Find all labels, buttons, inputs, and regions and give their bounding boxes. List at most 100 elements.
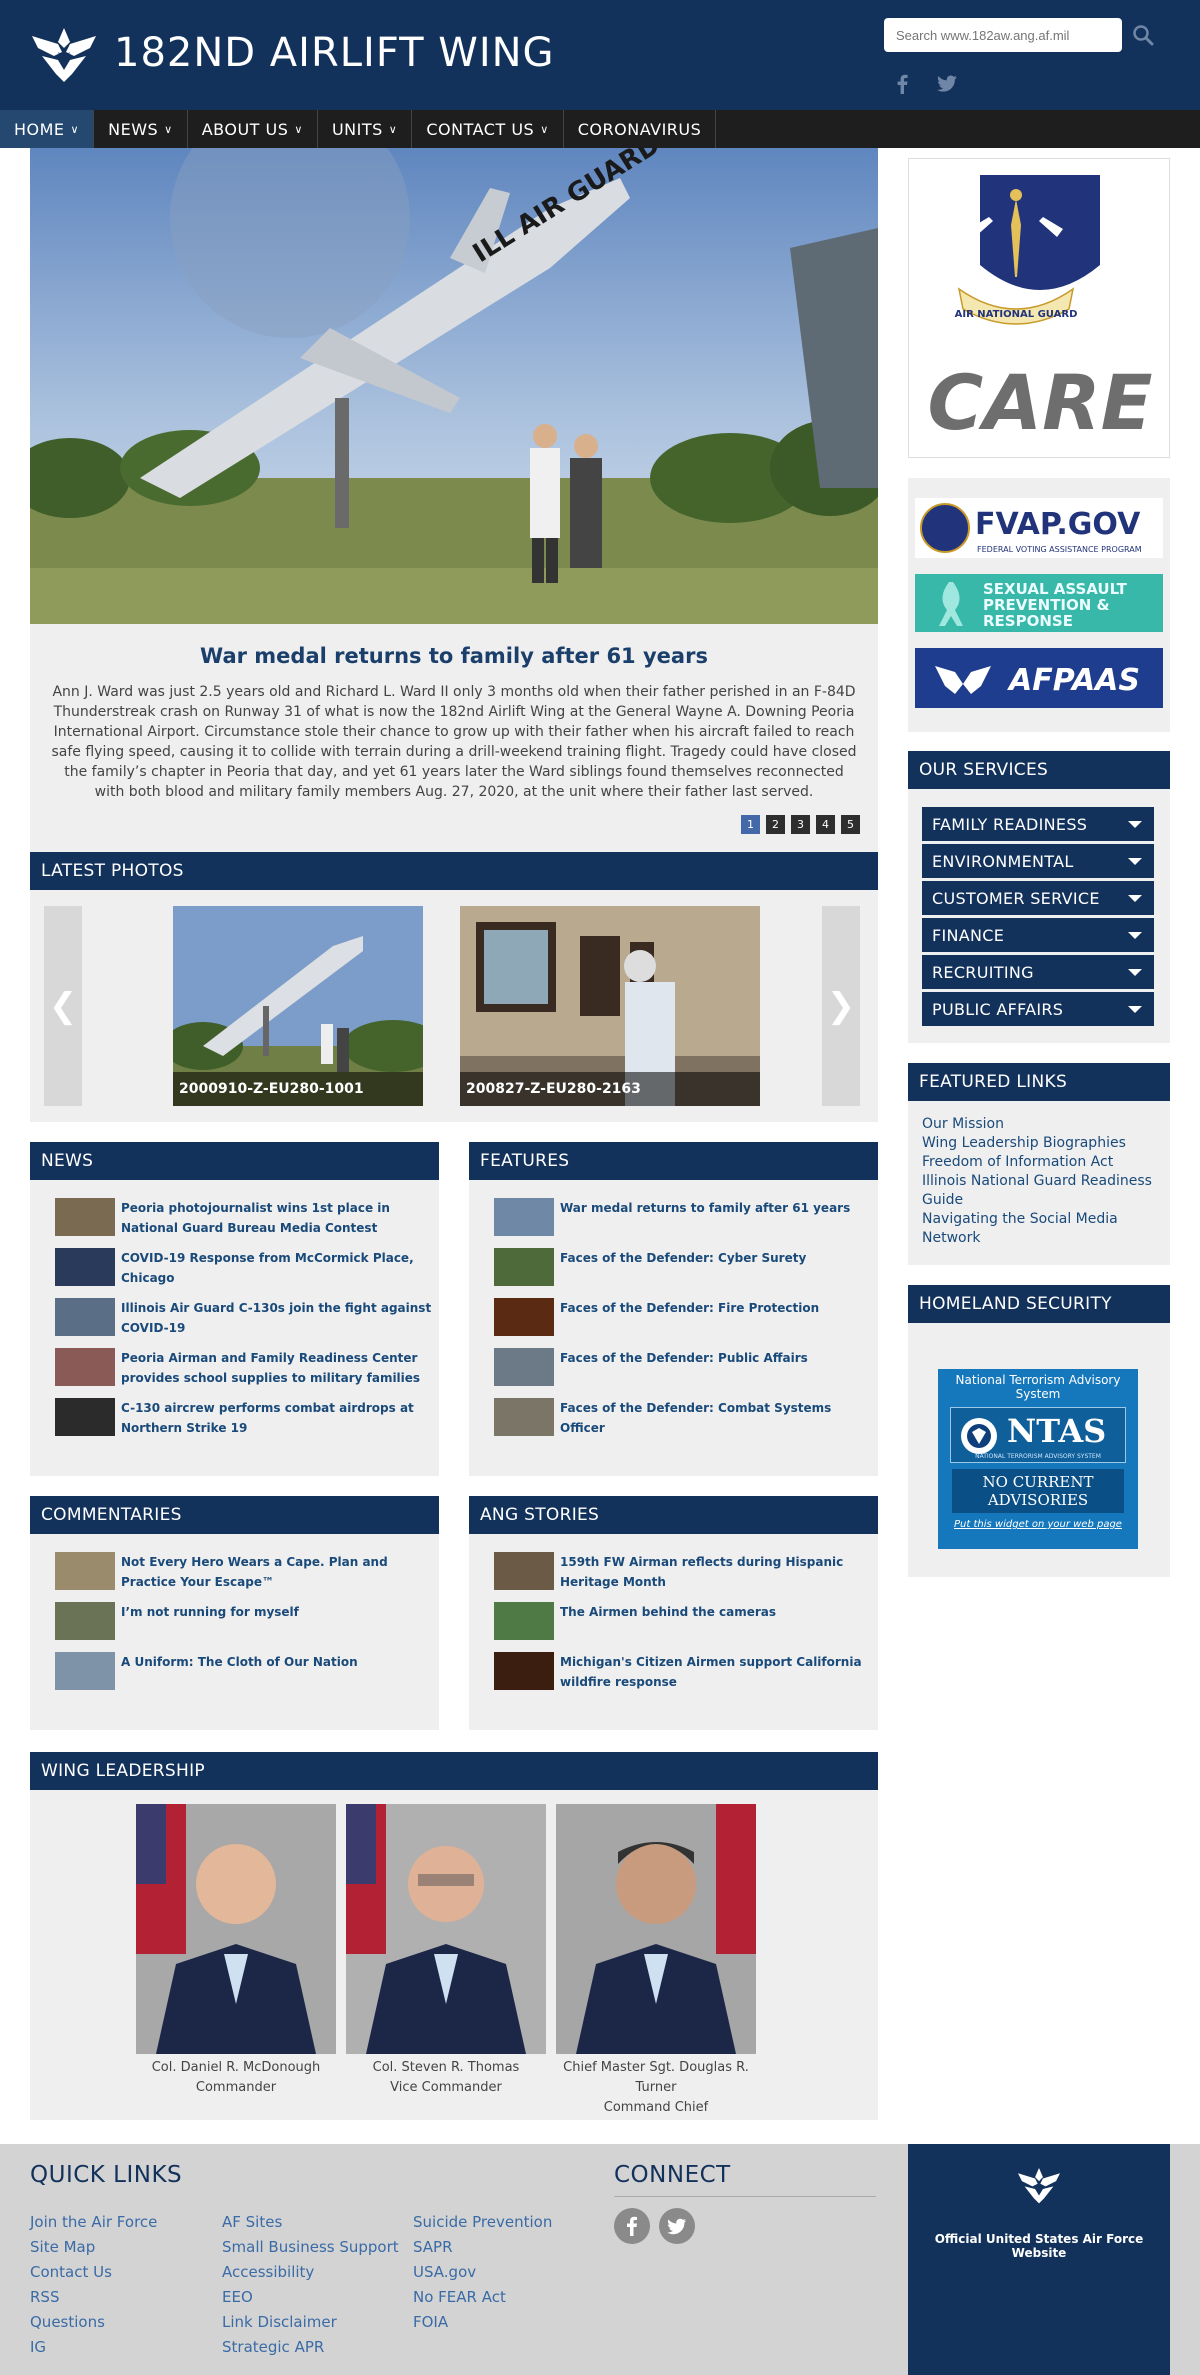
news-thumb xyxy=(55,1248,115,1286)
nav-coronavirus[interactable]: CORONAVIRUS xyxy=(564,110,717,148)
carousel-prev-button[interactable]: ❮ xyxy=(44,906,82,1106)
footer-link[interactable]: Questions xyxy=(30,2310,157,2335)
pager-page-1[interactable]: 1 xyxy=(741,815,760,834)
footer-link[interactable]: Contact Us xyxy=(30,2260,157,2285)
nav-about-us[interactable]: ABOUT US ∨ xyxy=(188,110,318,148)
carousel-next-button[interactable]: ❯ xyxy=(822,906,860,1106)
hero-image[interactable]: ILL AIR GUARD xyxy=(30,148,878,624)
nav-news[interactable]: NEWS ∨ xyxy=(94,110,188,148)
feature-link[interactable]: War medal returns to family after 61 yea… xyxy=(560,1198,850,1218)
leader-role: Commander xyxy=(195,2080,277,2095)
pager-page-4[interactable]: 4 xyxy=(816,815,835,834)
ang-care-banner[interactable]: AIR NATIONAL GUARD CARE xyxy=(908,158,1170,458)
footer-link[interactable]: Accessibility xyxy=(222,2260,399,2285)
ntas-logo-text: NTAS xyxy=(1007,1412,1107,1450)
features-section: FEATURES War medal returns to family aft… xyxy=(469,1142,878,1476)
feature-link[interactable]: Faces of the Defender: Public Affairs xyxy=(560,1348,808,1368)
news-link[interactable]: Peoria photojournalist wins 1st place in… xyxy=(121,1198,439,1238)
nav-home[interactable]: HOME ∨ xyxy=(0,110,95,148)
featured-link[interactable]: Our Mission xyxy=(922,1115,1156,1134)
footer-link[interactable]: Join the Air Force xyxy=(30,2210,157,2235)
footer-link[interactable]: FOIA xyxy=(413,2310,552,2335)
air-force-wings-logo-icon[interactable] xyxy=(28,22,100,86)
news-link[interactable]: Peoria Airman and Family Readiness Cente… xyxy=(121,1348,439,1388)
news-thumb xyxy=(494,1348,554,1386)
nav-units[interactable]: UNITS ∨ xyxy=(318,110,413,148)
news-link[interactable]: Illinois Air Guard C-130s join the fight… xyxy=(121,1298,439,1338)
official-af-website-banner[interactable]: Official United States Air Force Website xyxy=(908,2144,1170,2375)
sapr-ad[interactable]: SEXUAL ASSAULT PREVENTION & RESPONSE xyxy=(915,574,1163,632)
leader-card[interactable]: Chief Master Sgt. Douglas R. Turner Comm… xyxy=(556,1804,756,2118)
fvap-ad[interactable]: FVAP.GOV FEDERAL VOTING ASSISTANCE PROGR… xyxy=(915,498,1163,558)
news-thumb xyxy=(55,1298,115,1336)
facebook-icon[interactable] xyxy=(894,74,910,94)
commentary-link[interactable]: A Uniform: The Cloth of Our Nation xyxy=(121,1652,358,1672)
ntas-logo: NTAS NATIONAL TERRORISM ADVISORY SYSTEM xyxy=(950,1407,1126,1463)
feature-link[interactable]: Faces of the Defender: Combat Systems Of… xyxy=(560,1398,878,1438)
footer-link[interactable]: Suicide Prevention xyxy=(413,2210,552,2235)
story-link[interactable]: The Airmen behind the cameras xyxy=(560,1602,776,1622)
footer-twitter-button[interactable] xyxy=(659,2208,695,2244)
footer-facebook-button[interactable] xyxy=(614,2208,650,2244)
service-family-readiness[interactable]: FAMILY READINESS xyxy=(922,807,1154,841)
footer-link[interactable]: EEO xyxy=(222,2285,399,2310)
news-thumb xyxy=(494,1198,554,1236)
commentary-link[interactable]: I’m not running for myself xyxy=(121,1602,299,1622)
ntas-top-text: National Terrorism Advisory System xyxy=(955,1373,1121,1401)
hero-title-link[interactable]: War medal returns to family after 61 yea… xyxy=(50,644,858,668)
pager-page-3[interactable]: 3 xyxy=(791,815,810,834)
footer-link[interactable]: Small Business Support xyxy=(222,2235,399,2260)
news-link[interactable]: COVID-19 Response from McCormick Place, … xyxy=(121,1248,439,1288)
footer-link[interactable]: Strategic APR xyxy=(222,2335,399,2360)
story-link[interactable]: 159th FW Airman reflects during Hispanic… xyxy=(560,1552,878,1592)
photo-thumb-2[interactable]: 200827-Z-EU280-2163 xyxy=(460,906,760,1106)
footer-link[interactable]: Site Map xyxy=(30,2235,157,2260)
news-thumb xyxy=(494,1248,554,1286)
footer-link[interactable]: RSS xyxy=(30,2285,157,2310)
leader-card[interactable]: Col. Daniel R. McDonough Commander xyxy=(136,1804,336,2098)
service-customer-service[interactable]: CUSTOMER SERVICE xyxy=(922,881,1154,915)
pager-page-5[interactable]: 5 xyxy=(841,815,860,834)
ntas-widget[interactable]: National Terrorism Advisory System NTAS … xyxy=(938,1369,1138,1549)
ntas-widget-link[interactable]: Put this widget on your web page xyxy=(938,1519,1138,1530)
service-recruiting[interactable]: RECRUITING xyxy=(922,955,1154,989)
footer-link[interactable]: No FEAR Act xyxy=(413,2285,552,2310)
nav-news-label: NEWS xyxy=(108,119,159,139)
footer-link[interactable]: SAPR xyxy=(413,2235,552,2260)
service-public-affairs[interactable]: PUBLIC AFFAIRS xyxy=(922,992,1154,1026)
feature-link[interactable]: Faces of the Defender: Fire Protection xyxy=(560,1298,819,1318)
nav-contact-us[interactable]: CONTACT US ∨ xyxy=(412,110,564,148)
service-environmental[interactable]: ENVIRONMENTAL xyxy=(922,844,1154,878)
site-title[interactable]: 182ND AIRLIFT WING xyxy=(114,30,555,76)
list-item: I’m not running for myself xyxy=(55,1602,439,1652)
search-input[interactable] xyxy=(884,18,1122,52)
featured-link[interactable]: Wing Leadership Biographies xyxy=(922,1134,1156,1153)
pager-page-2[interactable]: 2 xyxy=(766,815,785,834)
news-link[interactable]: C-130 aircrew performs combat airdrops a… xyxy=(121,1398,439,1438)
service-label: PUBLIC AFFAIRS xyxy=(932,1000,1064,1019)
footer-link[interactable]: AF Sites xyxy=(222,2210,399,2235)
footer-link[interactable]: IG xyxy=(30,2335,157,2360)
search-icon[interactable] xyxy=(1132,24,1154,46)
story-link[interactable]: Michigan's Citizen Airmen support Califo… xyxy=(560,1652,878,1692)
featured-link[interactable]: Illinois National Guard Readiness Guide xyxy=(922,1172,1156,1210)
featured-link[interactable]: Freedom of Information Act xyxy=(922,1153,1156,1172)
site-footer: QUICK LINKS Join the Air Force Site Map … xyxy=(0,2144,1200,2375)
afpaas-ad[interactable]: AFPAAS xyxy=(915,648,1163,708)
feature-link[interactable]: Faces of the Defender: Cyber Surety xyxy=(560,1248,806,1268)
photo-thumb-1-label: 2000910-Z-EU280-1001 xyxy=(173,1072,423,1106)
photo-thumb-1[interactable]: 2000910-Z-EU280-1001 xyxy=(173,906,423,1106)
footer-link[interactable]: Link Disclaimer xyxy=(222,2310,399,2335)
footer-link[interactable]: USA.gov xyxy=(413,2260,552,2285)
service-finance[interactable]: FINANCE xyxy=(922,918,1154,952)
quick-links-heading: QUICK LINKS xyxy=(30,2162,183,2188)
news-thumb xyxy=(55,1198,115,1236)
twitter-icon[interactable] xyxy=(936,75,958,93)
fvap-subtitle: FEDERAL VOTING ASSISTANCE PROGRAM xyxy=(977,545,1142,554)
featured-link[interactable]: Navigating the Social Media Network xyxy=(922,1210,1156,1248)
commentary-link[interactable]: Not Every Hero Wears a Cape. Plan and Pr… xyxy=(121,1552,439,1592)
leader-card[interactable]: Col. Steven R. Thomas Vice Commander xyxy=(346,1804,546,2098)
ntas-logo-sub: NATIONAL TERRORISM ADVISORY SYSTEM xyxy=(975,1453,1101,1460)
sidebar-ads: FVAP.GOV FEDERAL VOTING ASSISTANCE PROGR… xyxy=(908,478,1170,732)
caret-down-icon xyxy=(1128,1006,1142,1013)
